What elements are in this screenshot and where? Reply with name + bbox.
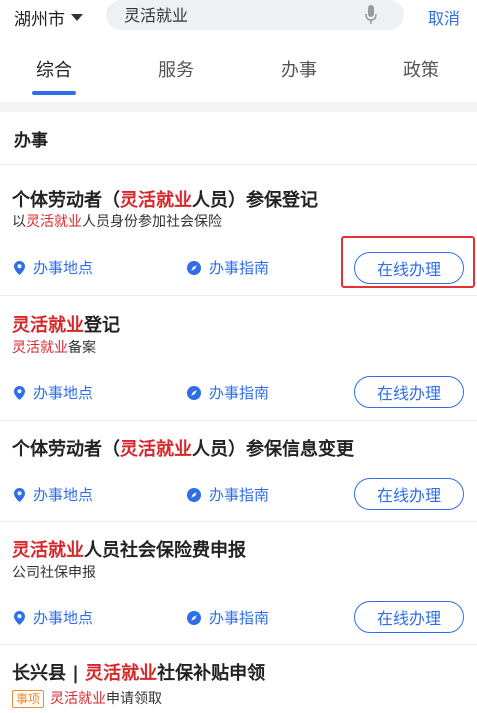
title-highlight: 灵活就业 xyxy=(12,540,84,561)
city-label: 湖州市 xyxy=(14,10,65,30)
title-text: 社保补贴申领 xyxy=(157,663,266,684)
title-text: 人员）参保信息变更 xyxy=(192,439,354,460)
location-pin-icon xyxy=(14,260,25,275)
divider xyxy=(0,420,477,421)
item-title[interactable]: 个体劳动者（灵活就业人员）参保登记 xyxy=(12,186,318,212)
tab-affairs[interactable]: 办事 xyxy=(281,56,317,82)
search-box[interactable] xyxy=(106,0,404,30)
divider xyxy=(0,521,477,522)
compass-icon xyxy=(187,260,201,275)
title-text: 人员）参保登记 xyxy=(192,190,318,211)
tab-comprehensive[interactable]: 综合 xyxy=(36,56,72,82)
title-text: 长兴县 | xyxy=(12,663,86,684)
results-panel: 办事 个体劳动者（灵活就业人员）参保登记 以灵活就业人员身份参加社会保险 办事地… xyxy=(0,112,477,713)
location-link[interactable]: 办事地点 xyxy=(14,484,93,505)
item-title[interactable]: 长兴县 | 灵活就业社保补贴申领 xyxy=(12,659,265,685)
active-tab-indicator xyxy=(32,91,76,95)
compass-icon xyxy=(187,487,201,502)
location-pin-icon xyxy=(14,487,25,502)
item-title[interactable]: 灵活就业登记 xyxy=(12,311,120,337)
title-text: 个体劳动者（ xyxy=(12,439,120,460)
item-type-tag: 事项 xyxy=(12,690,45,708)
search-input[interactable] xyxy=(124,4,364,23)
online-handle-button[interactable]: 在线办理 xyxy=(354,601,464,633)
cancel-button[interactable]: 取消 xyxy=(428,5,460,29)
compass-icon xyxy=(187,385,201,400)
subtitle-highlight: 灵活就业 xyxy=(50,691,107,707)
location-pin-icon xyxy=(14,610,25,625)
city-selector[interactable]: 湖州市 xyxy=(14,5,83,30)
location-link[interactable]: 办事地点 xyxy=(14,607,93,628)
microphone-icon[interactable] xyxy=(364,5,378,25)
item-subtitle: 灵活就业备案 xyxy=(12,337,96,357)
top-bar: 湖州市 取消 xyxy=(0,0,477,34)
tab-policy[interactable]: 政策 xyxy=(403,56,439,82)
compass-icon xyxy=(187,610,201,625)
title-highlight: 灵活就业 xyxy=(120,190,192,211)
section-title: 办事 xyxy=(14,131,48,151)
annotation-highlight-box xyxy=(341,236,475,288)
subtitle-text: 备案 xyxy=(68,340,96,356)
tab-services[interactable]: 服务 xyxy=(158,56,194,82)
item-subtitle: 以灵活就业人员身份参加社会保险 xyxy=(12,211,222,231)
location-label: 办事地点 xyxy=(33,259,94,277)
subtitle-text: 以 xyxy=(12,214,26,230)
subtitle-highlight: 灵活就业 xyxy=(12,340,68,356)
item-subtitle: 公司社保申报 xyxy=(12,565,96,581)
location-link[interactable]: 办事地点 xyxy=(14,257,93,278)
title-highlight: 灵活就业 xyxy=(12,315,84,336)
item-title[interactable]: 个体劳动者（灵活就业人员）参保信息变更 xyxy=(12,435,354,461)
subtitle-text: 人员身份参加社会保险 xyxy=(82,214,222,230)
online-handle-button[interactable]: 在线办理 xyxy=(354,376,464,408)
subtitle-text: 申请领取 xyxy=(106,691,163,707)
item-subtitle: 事项 灵活就业申请领取 xyxy=(12,688,162,708)
location-pin-icon xyxy=(14,385,25,400)
guide-link[interactable]: 办事指南 xyxy=(187,257,269,278)
title-text: 人员社会保险费申报 xyxy=(84,540,246,561)
subtitle-highlight: 灵活就业 xyxy=(26,214,82,230)
guide-label: 办事指南 xyxy=(209,259,270,277)
title-text: 个体劳动者（ xyxy=(12,190,120,211)
location-label: 办事地点 xyxy=(33,384,94,402)
guide-label: 办事指南 xyxy=(209,384,270,402)
guide-label: 办事指南 xyxy=(209,486,270,504)
item-title[interactable]: 灵活就业人员社会保险费申报 xyxy=(12,536,246,562)
guide-link[interactable]: 办事指南 xyxy=(187,484,269,505)
divider xyxy=(0,295,477,296)
title-highlight: 灵活就业 xyxy=(85,663,158,684)
location-link[interactable]: 办事地点 xyxy=(14,382,93,403)
guide-link[interactable]: 办事指南 xyxy=(187,382,269,403)
online-handle-button[interactable]: 在线办理 xyxy=(354,478,464,510)
caret-down-icon xyxy=(71,14,83,21)
guide-link[interactable]: 办事指南 xyxy=(187,607,269,628)
divider xyxy=(0,164,477,165)
divider xyxy=(0,644,477,645)
title-text: 登记 xyxy=(84,315,120,336)
tab-bar: 综合 服务 办事 政策 xyxy=(0,34,477,102)
guide-label: 办事指南 xyxy=(209,609,270,627)
location-label: 办事地点 xyxy=(33,486,94,504)
title-highlight: 灵活就业 xyxy=(120,439,192,460)
location-label: 办事地点 xyxy=(33,609,94,627)
